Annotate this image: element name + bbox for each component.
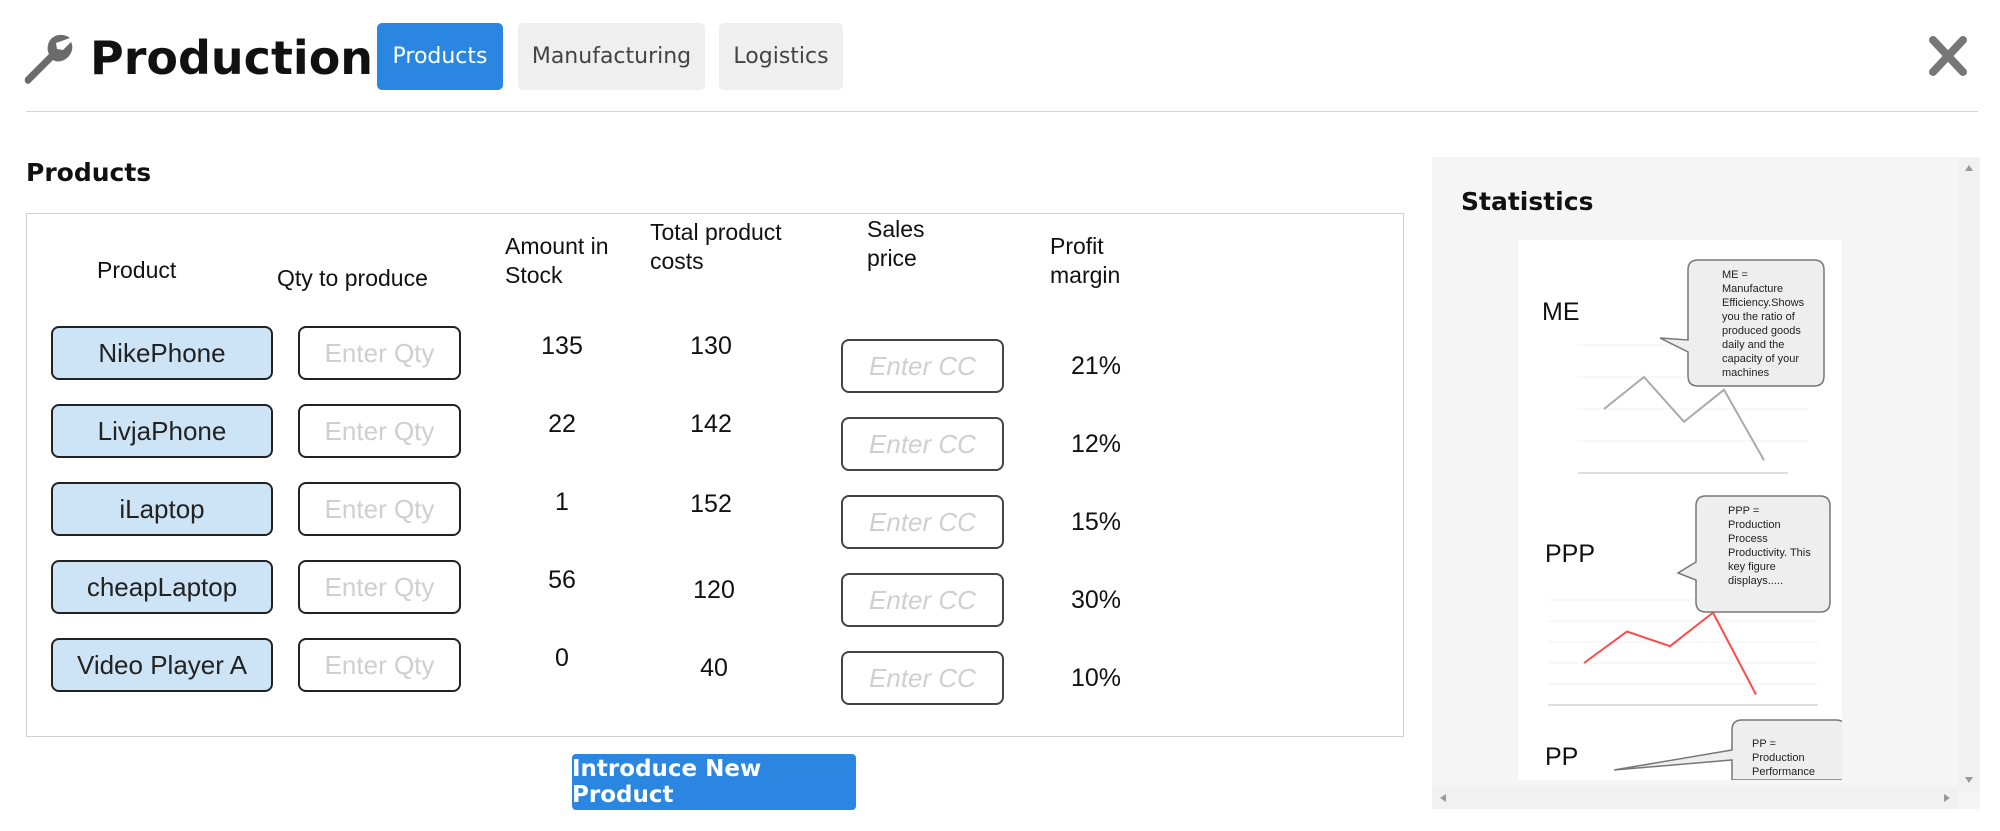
sales-price-input[interactable]: Enter CC xyxy=(841,495,1004,549)
kpi-label-pp: PP xyxy=(1545,743,1579,771)
stock-value: 1 xyxy=(555,488,569,516)
margin-value: 10% xyxy=(1070,664,1122,692)
sales-price-input[interactable]: Enter CC xyxy=(841,573,1004,627)
statistics-panel[interactable]: Statistics ME ME = Manufacture Efficienc… xyxy=(1432,157,1980,809)
col-header-stock: Amount in Stock xyxy=(505,233,609,288)
statistics-image: ME ME = Manufacture Efficiency.Shows you… xyxy=(1518,240,1842,780)
product-button-nikephone[interactable]: NikePhone xyxy=(51,326,273,380)
col-header-total-costs: Total product costs xyxy=(650,219,782,274)
scroll-arrows-vertical xyxy=(1965,165,1973,783)
costs-value: 40 xyxy=(700,654,728,682)
margin-value: 12% xyxy=(1070,430,1122,458)
sales-price-input[interactable]: Enter CC xyxy=(841,417,1004,471)
margin-value: 30% xyxy=(1070,586,1122,614)
ppp-series-line xyxy=(1583,611,1757,695)
scroll-right-icon xyxy=(1944,794,1950,802)
product-button-livjaphone[interactable]: LivjaPhone xyxy=(51,404,273,458)
ppp-grid xyxy=(1548,599,1818,706)
costs-value: 142 xyxy=(690,410,732,438)
wrench-icon xyxy=(24,34,73,84)
close-icon[interactable] xyxy=(1928,34,1968,78)
qty-input[interactable]: Enter Qty xyxy=(298,404,461,458)
col-header-profit-margin: Profit margin xyxy=(1050,233,1121,288)
sales-price-input[interactable]: Enter CC xyxy=(841,651,1004,705)
qty-input[interactable]: Enter Qty xyxy=(298,482,461,536)
me-series-line xyxy=(1603,375,1765,461)
tab-logistics[interactable]: Logistics xyxy=(719,23,843,90)
stock-value: 0 xyxy=(555,644,569,672)
scroll-arrows-horizontal xyxy=(1440,794,1950,802)
statistics-heading: Statistics xyxy=(1461,187,1594,216)
me-bubble-text: ME = Manufacture Efficiency.Shows you th… xyxy=(1722,269,1805,379)
tab-manufacturing[interactable]: Manufacturing xyxy=(518,23,705,90)
costs-value: 152 xyxy=(690,490,732,518)
app-header: Production Products Manufacturing Logist… xyxy=(0,0,2000,112)
qty-input[interactable]: Enter Qty xyxy=(298,326,461,380)
product-button-ilaptop[interactable]: iLaptop xyxy=(51,482,273,536)
kpi-label-ppp: PPP xyxy=(1545,540,1596,568)
qty-input[interactable]: Enter Qty xyxy=(298,638,461,692)
stock-value: 135 xyxy=(541,332,583,360)
col-header-product: Product xyxy=(97,257,177,283)
product-button-video-player-a[interactable]: Video Player A xyxy=(51,638,273,692)
costs-value: 130 xyxy=(690,332,732,360)
pp-bubble-text: PP = Production Performance xyxy=(1752,738,1815,778)
stock-value: 56 xyxy=(548,566,576,594)
introduce-new-product-button[interactable]: Introduce New Product xyxy=(572,754,856,810)
scroll-up-icon xyxy=(1965,165,1973,171)
products-table: Product Qty to produce Amount in Stock T… xyxy=(26,213,1404,737)
header-divider xyxy=(26,111,1978,112)
stock-value: 22 xyxy=(548,410,576,438)
col-header-qty: Qty to produce xyxy=(277,265,428,291)
sales-price-input[interactable]: Enter CC xyxy=(841,339,1004,393)
qty-input[interactable]: Enter Qty xyxy=(298,560,461,614)
page-title: Production xyxy=(90,31,374,85)
tab-products[interactable]: Products xyxy=(377,23,503,90)
scroll-left-icon xyxy=(1440,794,1446,802)
ppp-bubble-text: PPP = Production Process Productivity. T… xyxy=(1728,505,1811,587)
product-button-cheaplaptop[interactable]: cheapLaptop xyxy=(51,560,273,614)
costs-value: 120 xyxy=(693,576,735,604)
col-header-sales-price: Sales price xyxy=(867,216,925,271)
vertical-scrollbar[interactable] xyxy=(1958,157,1980,791)
products-heading: Products xyxy=(26,158,152,187)
scroll-down-icon xyxy=(1965,777,1973,783)
margin-value: 21% xyxy=(1070,352,1122,380)
horizontal-scrollbar[interactable] xyxy=(1432,787,1958,809)
margin-value: 15% xyxy=(1070,508,1122,536)
